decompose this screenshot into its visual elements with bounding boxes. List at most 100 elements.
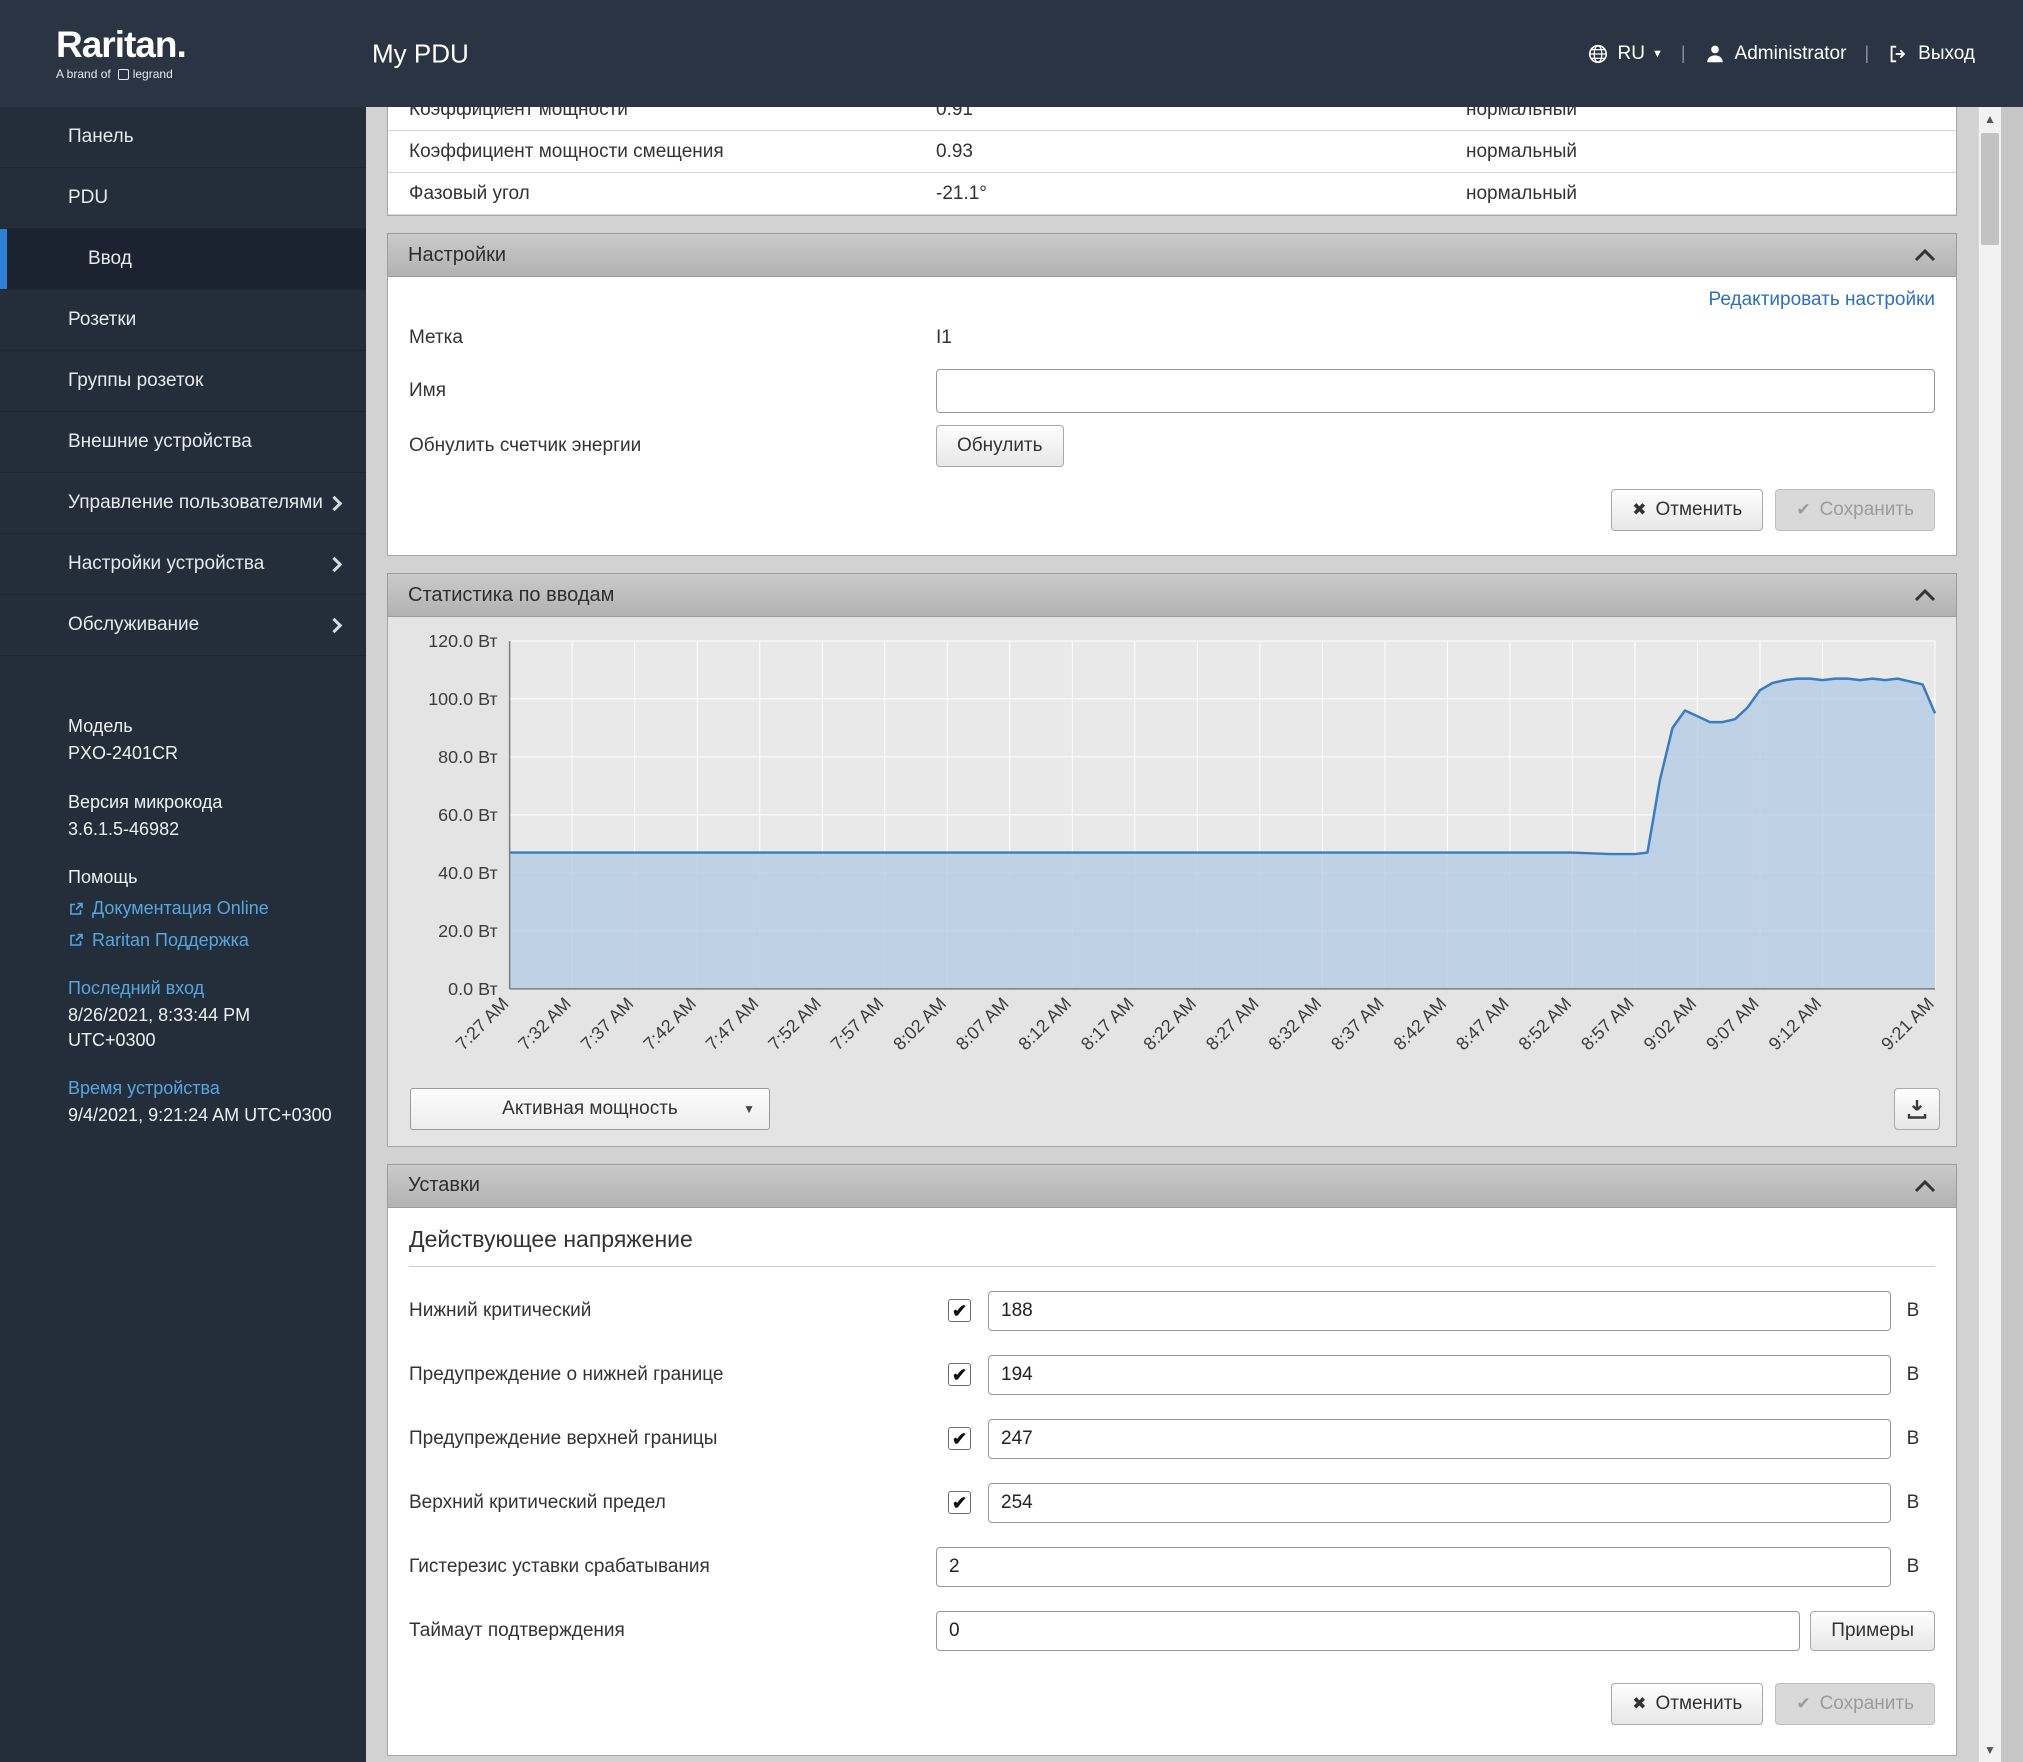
name-row: Имя [388, 363, 1956, 419]
sidebar-item[interactable]: Панель [0, 107, 366, 168]
sidebar-item[interactable]: PDU [0, 168, 366, 229]
svg-text:8:57 AM: 8:57 AM [1577, 993, 1638, 1054]
svg-text:7:52 AM: 7:52 AM [764, 993, 825, 1054]
svg-text:8:52 AM: 8:52 AM [1515, 993, 1576, 1054]
sidebar-item-label: Розетки [68, 309, 137, 330]
model-value: PXO-2401CR [68, 743, 179, 764]
sensor-status: нормальный [1466, 140, 1578, 162]
threshold-row: Предупреждение о нижней границе В [409, 1343, 1935, 1407]
separator: | [1680, 43, 1686, 63]
edit-settings-link[interactable]: Редактировать настройки [1709, 289, 1935, 310]
threshold-input[interactable] [988, 1290, 1891, 1331]
examples-button[interactable]: Примеры [1810, 1610, 1935, 1651]
external-link-icon [70, 902, 83, 915]
threshold-input[interactable] [988, 1418, 1891, 1459]
save-button[interactable]: ✔ Сохранить [1775, 489, 1935, 531]
scrollbar-thumb[interactable] [1981, 133, 1999, 245]
sidebar-item[interactable]: Обслуживание [0, 595, 366, 656]
logout-icon [1890, 45, 1906, 62]
name-input[interactable] [936, 369, 1935, 413]
sensor-value: 0.91 [936, 107, 973, 120]
threshold-checkbox[interactable] [948, 1491, 971, 1515]
threshold-input[interactable] [988, 1354, 1891, 1395]
threshold-input[interactable] [988, 1482, 1891, 1523]
section-title: Уставки [408, 1174, 480, 1197]
sidebar-item[interactable]: Ввод [0, 229, 366, 290]
svg-text:8:32 AM: 8:32 AM [1265, 993, 1326, 1054]
reset-energy-button[interactable]: Обнулить [936, 425, 1064, 467]
collapse-icon[interactable] [1914, 248, 1936, 262]
language-selector[interactable]: RU ▼ [1587, 43, 1663, 65]
collapse-icon[interactable] [1914, 1179, 1936, 1193]
statistics-section-header[interactable]: Статистика по вводам [387, 573, 1957, 617]
svg-text:9:02 AM: 9:02 AM [1640, 993, 1701, 1054]
svg-text:40.0 Вт: 40.0 Вт [438, 863, 497, 883]
svg-text:120.0 Вт: 120.0 Вт [428, 631, 497, 651]
table-row: Коэффициент мощности смещения 0.93 норма… [388, 131, 1956, 173]
cancel-button[interactable]: ✖ Отменить [1611, 489, 1764, 531]
legrand-icon [117, 68, 129, 80]
svg-text:60.0 Вт: 60.0 Вт [438, 805, 497, 825]
sidebar-item[interactable]: Управление пользователями [0, 473, 366, 534]
cancel-button[interactable]: ✖ Отменить [1611, 1682, 1764, 1725]
threshold-row: Таймаут подтверждения Примеры [409, 1599, 1935, 1663]
user-menu[interactable]: Administrator [1704, 43, 1846, 65]
device-time-value: 9/4/2021, 9:21:24 AM UTC+0300 [68, 1105, 332, 1126]
sidebar-item[interactable]: Настройки устройства [0, 534, 366, 595]
logo-text: Raritan. [56, 24, 187, 65]
save-button[interactable]: ✔ Сохранить [1775, 1682, 1935, 1725]
svg-text:7:47 AM: 7:47 AM [702, 993, 763, 1054]
device-time-label: Время устройства [68, 1077, 220, 1098]
logo-tagline: A brand of legrand [56, 67, 186, 81]
scroll-up-arrow[interactable]: ▲ [1979, 107, 2001, 131]
threshold-checkbox[interactable] [948, 1299, 971, 1323]
sidebar-item[interactable]: Розетки [0, 290, 366, 351]
svg-text:7:57 AM: 7:57 AM [827, 993, 888, 1054]
save-icon: ✔ [1796, 500, 1811, 519]
metric-select[interactable]: Активная мощность ▼ [410, 1087, 770, 1130]
thresholds-section-header[interactable]: Уставки [387, 1163, 1957, 1208]
last-login-value: 8/26/2021, 8:33:44 PM UTC+0300 [68, 1005, 251, 1050]
label-field-label: Метка [409, 327, 463, 348]
app-window: Raritan. A brand of legrand My PDU RU ▼ … [0, 0, 2023, 1762]
thresholds-subtitle: Действующее напряжение [409, 1226, 1935, 1267]
scroll-down-arrow[interactable]: ▼ [1979, 1738, 2001, 1762]
sidebar-item[interactable]: Внешние устройства [0, 412, 366, 473]
logout-button[interactable]: Выход [1887, 43, 1975, 65]
threshold-input[interactable] [936, 1546, 1891, 1587]
svg-text:8:42 AM: 8:42 AM [1390, 993, 1451, 1054]
sidebar-item[interactable]: Группы розеток [0, 351, 366, 412]
header-actions: RU ▼ | Administrator | Выход [1587, 43, 1975, 65]
collapse-icon[interactable] [1914, 588, 1936, 602]
sidebar-info: Модель PXO-2401CR Версия микрокода 3.6.1… [0, 656, 366, 1128]
threshold-checkbox[interactable] [948, 1363, 971, 1387]
threshold-label: Верхний критический предел [409, 1491, 666, 1513]
content-scrollbar[interactable]: ▲ ▼ [1978, 107, 2001, 1762]
sensor-status: нормальный [1466, 107, 1578, 120]
unit-label: В [1906, 1299, 1920, 1321]
threshold-label: Таймаут подтверждения [409, 1619, 625, 1641]
unit-label: В [1906, 1555, 1920, 1577]
save-icon: ✔ [1796, 1693, 1811, 1713]
sidebar-item-label: Управление пользователями [68, 492, 323, 513]
support-link[interactable]: Raritan Поддержка [68, 928, 342, 952]
documentation-link[interactable]: Документация Online [68, 896, 342, 920]
chart-controls: Активная мощность ▼ [388, 1075, 1956, 1146]
sidebar-item-label: Ввод [88, 248, 132, 269]
svg-text:7:32 AM: 7:32 AM [514, 993, 575, 1054]
sidebar-item-label: Группы розеток [68, 370, 204, 391]
threshold-checkbox[interactable] [948, 1427, 971, 1451]
threshold-label: Предупреждение о нижней границе [409, 1363, 724, 1385]
support-link-label: Raritan Поддержка [92, 929, 249, 950]
download-chart-button[interactable] [1894, 1087, 1940, 1130]
last-login-label: Последний вход [68, 978, 205, 999]
main-area: Панель PDU Ввод Розетки Группы розеток В… [0, 107, 2023, 1762]
section-title: Настройки [408, 243, 507, 266]
threshold-input[interactable] [936, 1610, 1801, 1651]
svg-text:8:17 AM: 8:17 AM [1077, 993, 1138, 1054]
settings-section-header[interactable]: Настройки [387, 233, 1957, 277]
unit-label: В [1906, 1363, 1920, 1385]
svg-text:8:47 AM: 8:47 AM [1452, 993, 1513, 1054]
power-chart: 0.0 Вт 20.0 Вт 40.0 Вт 60.0 Вт 80.0 Вт 100.0 … [388, 617, 1956, 1076]
sidebar-item-label: Обслуживание [68, 614, 200, 635]
